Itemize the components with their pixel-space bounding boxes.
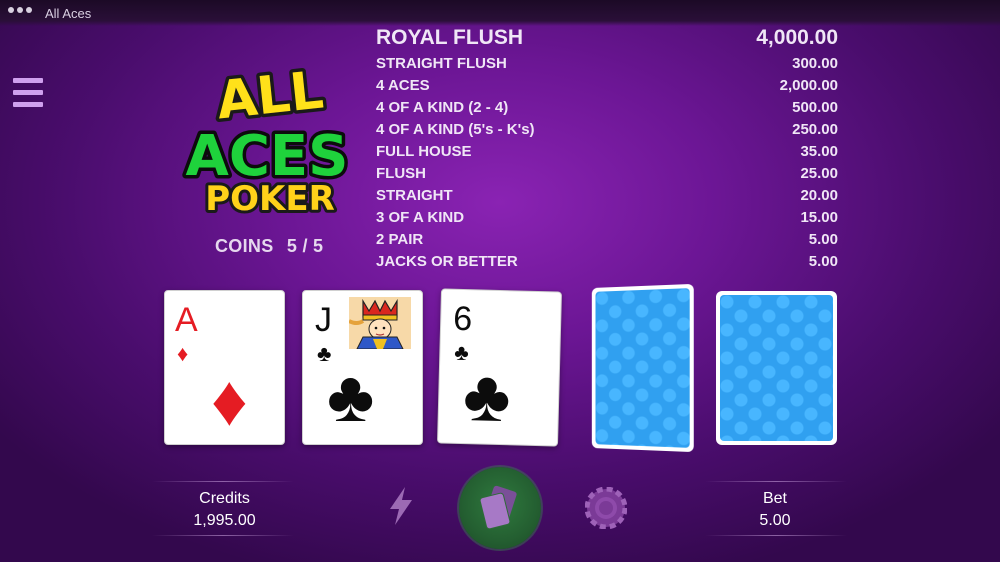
paytable-row: ROYAL FLUSH 4,000.00 bbox=[376, 26, 838, 52]
diamond-suit-icon: ♦ bbox=[177, 341, 189, 366]
club-suit-icon: ♣ bbox=[462, 356, 512, 438]
poker-chip-icon[interactable] bbox=[584, 486, 628, 530]
hand-payout: 35.00 bbox=[800, 143, 838, 160]
diamond-suit-icon: ♦ bbox=[211, 361, 248, 441]
divider bbox=[152, 535, 294, 536]
card-4-back[interactable] bbox=[591, 283, 694, 453]
card-5-back[interactable] bbox=[716, 291, 837, 445]
credits-display: Credits 1,995.00 bbox=[172, 490, 277, 530]
paytable-row: FULL HOUSE 35.00 bbox=[376, 140, 838, 162]
hand-payout: 20.00 bbox=[800, 187, 838, 204]
bet-value: 5.00 bbox=[759, 512, 791, 529]
hand-name: 4 OF A KIND (5's - K's) bbox=[376, 121, 535, 138]
hand-payout: 250.00 bbox=[792, 121, 838, 138]
cards-icon bbox=[479, 485, 517, 530]
card-back-pattern bbox=[595, 288, 690, 448]
hand-payout: 4,000.00 bbox=[756, 26, 838, 49]
deal-button[interactable] bbox=[459, 467, 541, 549]
hand-name: STRAIGHT FLUSH bbox=[376, 55, 507, 72]
hand-payout: 300.00 bbox=[792, 55, 838, 72]
window-menu-icon[interactable] bbox=[8, 7, 32, 13]
hamburger-menu-icon[interactable] bbox=[13, 78, 43, 108]
divider bbox=[705, 535, 847, 536]
paytable-row: 2 PAIR 5.00 bbox=[376, 228, 838, 250]
card-back-pattern bbox=[720, 295, 833, 441]
logo-poker: POKER bbox=[205, 179, 335, 219]
paytable-row: 4 ACES 2,000.00 bbox=[376, 74, 838, 96]
coins-label: COINS bbox=[215, 236, 274, 256]
divider bbox=[152, 481, 294, 482]
game-logo: ALL ACES POKER bbox=[175, 55, 365, 222]
card-3[interactable]: 6 ♣ ♣ bbox=[436, 288, 563, 447]
window-title: All Aces bbox=[45, 6, 92, 21]
paytable-row: STRAIGHT FLUSH 300.00 bbox=[376, 52, 838, 74]
hand-name: FULL HOUSE bbox=[376, 143, 472, 160]
card-1[interactable]: A ♦ ♦ bbox=[164, 290, 285, 445]
hand-name: STRAIGHT bbox=[376, 187, 453, 204]
hand-name: 4 ACES bbox=[376, 77, 430, 94]
card-rank: 6 bbox=[452, 299, 473, 339]
credits-label: Credits bbox=[199, 490, 250, 507]
bet-label: Bet bbox=[762, 490, 787, 507]
paytable-row: JACKS OR BETTER 5.00 bbox=[376, 250, 838, 272]
hand-name: JACKS OR BETTER bbox=[376, 253, 518, 270]
hand-payout: 500.00 bbox=[792, 99, 838, 116]
hand-name: 3 OF A KIND bbox=[376, 209, 465, 226]
club-suit-icon: ♣ bbox=[327, 357, 375, 437]
card-2[interactable]: J ♣ ♣ bbox=[302, 290, 423, 445]
paytable: ROYAL FLUSH 4,000.00 STRAIGHT FLUSH 300.00… bbox=[376, 26, 838, 272]
card-rank: A bbox=[175, 301, 198, 339]
paytable-row: 4 OF A KIND (2 - 4) 500.00 bbox=[376, 96, 838, 118]
paytable-row: 3 OF A KIND 15.00 bbox=[376, 206, 838, 228]
coins-value: 5 / 5 bbox=[286, 236, 324, 256]
hand-payout: 5.00 bbox=[808, 231, 838, 248]
divider bbox=[705, 481, 847, 482]
paytable-row: FLUSH 25.00 bbox=[376, 162, 838, 184]
logo-all: ALL bbox=[214, 61, 326, 132]
hand-name: 2 PAIR bbox=[376, 231, 424, 248]
paytable-row: STRAIGHT 20.00 bbox=[376, 184, 838, 206]
bet-display[interactable]: Bet 5.00 bbox=[722, 490, 828, 530]
credits-value: 1,995.00 bbox=[193, 512, 256, 529]
hand-payout: 5.00 bbox=[808, 253, 838, 270]
card-rank: J bbox=[315, 301, 332, 339]
title-bar: All Aces bbox=[0, 0, 1000, 26]
coins-display: COINS 5 / 5 bbox=[215, 236, 323, 257]
hand-name: 4 OF A KIND (2 - 4) bbox=[376, 99, 509, 116]
hand-payout: 2,000.00 bbox=[779, 77, 838, 94]
lightning-bolt-icon[interactable] bbox=[386, 486, 416, 526]
hand-name: FLUSH bbox=[376, 165, 426, 182]
hand-name: ROYAL FLUSH bbox=[376, 26, 524, 49]
jack-portrait-icon bbox=[349, 297, 411, 349]
hand-payout: 25.00 bbox=[800, 165, 838, 182]
paytable-row: 4 OF A KIND (5's - K's) 250.00 bbox=[376, 118, 838, 140]
hand-payout: 15.00 bbox=[800, 209, 838, 226]
